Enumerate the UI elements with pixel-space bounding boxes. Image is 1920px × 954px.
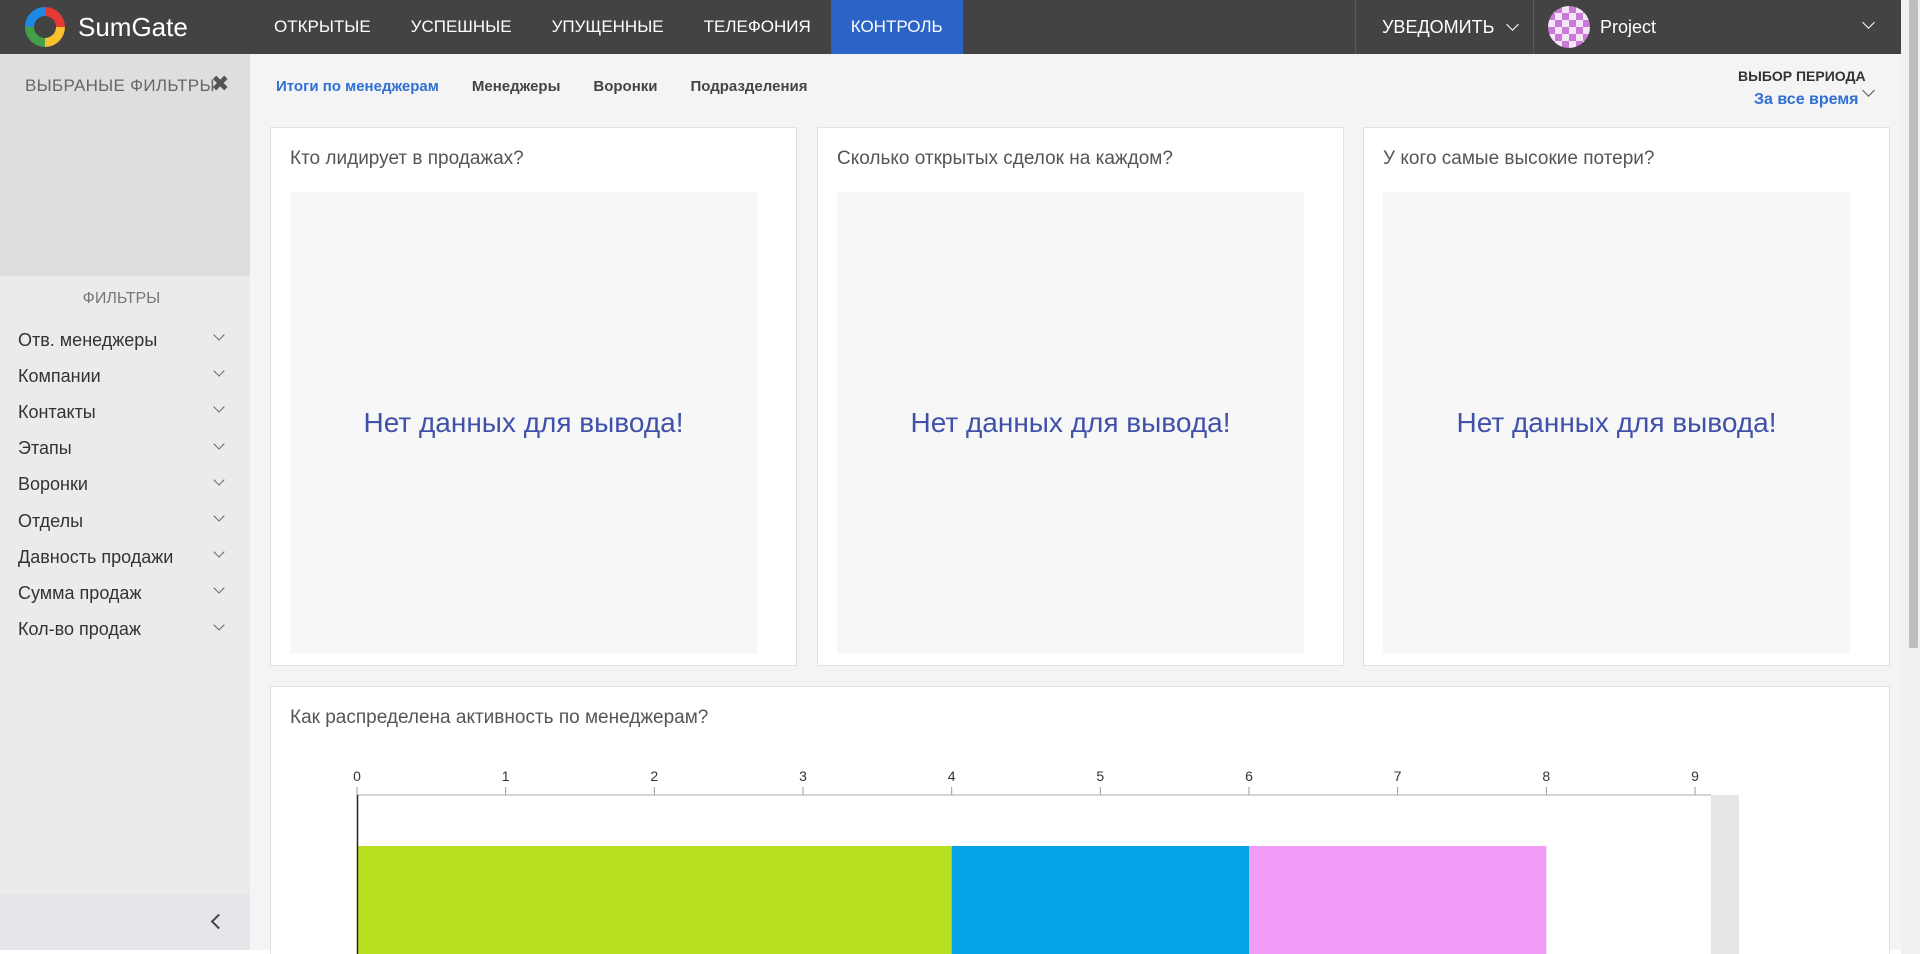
period-value[interactable]: За все время xyxy=(1754,91,1859,109)
filter-label: Давность продажи xyxy=(18,546,174,567)
notify-dropdown[interactable]: УВЕДОМИТЬ xyxy=(1355,0,1534,54)
chevron-down-icon xyxy=(213,546,225,558)
bar-segment[interactable] xyxy=(951,846,1249,954)
card-highest-losses: У кого самые высокие потери? Нет данных … xyxy=(1363,127,1890,666)
nav-control[interactable]: КОНТРОЛЬ xyxy=(830,0,963,54)
sumgate-logo-icon[interactable] xyxy=(25,7,65,47)
filter-list: Отв. менеджеры Компании Контакты Этапы В… xyxy=(0,322,250,648)
page-scrollbar[interactable] xyxy=(1901,0,1920,954)
chevron-down-icon xyxy=(213,365,225,377)
sidebar: ВЫБРАНЫЕ ФИЛЬТРЫ ✖ ФИЛЬТРЫ Отв. менеджер… xyxy=(0,54,250,950)
card-title: Сколько открытых сделок на каждом? xyxy=(837,148,1173,169)
chevron-down-icon xyxy=(1506,17,1520,31)
bar-segment[interactable] xyxy=(1249,846,1547,954)
selected-filters-title: ВЫБРАНЫЕ ФИЛЬТРЫ xyxy=(25,76,215,95)
top-bar: SumGate ОТКРЫТЫЕ УСПЕШНЫЕ УПУЩЕННЫЕ ТЕЛЕ… xyxy=(0,0,1920,54)
no-data-message: Нет данных для вывода! xyxy=(910,407,1231,438)
tab-managers[interactable]: Менеджеры xyxy=(472,78,561,95)
tab-funnels[interactable]: Воронки xyxy=(593,78,657,95)
project-dropdown[interactable]: Project xyxy=(1534,0,1901,54)
filter-departments[interactable]: Отделы xyxy=(0,503,250,539)
card-activity-distribution: Как распределена активность по менеджера… xyxy=(270,686,1890,954)
filter-label: Сумма продаж xyxy=(18,582,142,603)
collapse-sidebar-button[interactable] xyxy=(205,908,229,934)
report-tabs: Итоги по менеджерам Менеджеры Воронки По… xyxy=(276,78,840,95)
filter-sales-sum[interactable]: Сумма продаж xyxy=(0,575,250,611)
filter-label: Кол-во продаж xyxy=(18,619,141,640)
x-tick-label: 9 xyxy=(1691,768,1699,784)
period-selector[interactable]: ВЫБОР ПЕРИОДА За все время xyxy=(1738,68,1875,108)
filter-stages[interactable]: Этапы xyxy=(0,431,250,467)
nav-open[interactable]: ОТКРЫТЫЕ xyxy=(254,0,391,54)
chevron-down-icon xyxy=(213,437,225,450)
main-nav: ОТКРЫТЫЕ УСПЕШНЫЕ УПУЩЕННЫЕ ТЕЛЕФОНИЯ КО… xyxy=(254,0,963,54)
x-tick-label: 2 xyxy=(650,768,658,784)
x-tick-label: 3 xyxy=(799,768,807,784)
bar-segment[interactable] xyxy=(357,846,952,954)
filter-responsible-managers[interactable]: Отв. менеджеры xyxy=(0,322,250,358)
card-sales-leaders: Кто лидирует в продажах? Нет данных для … xyxy=(270,127,797,666)
tab-departments[interactable]: Подразделения xyxy=(691,78,808,95)
chevron-down-icon xyxy=(213,510,225,522)
x-tick-label: 4 xyxy=(948,768,956,784)
main-content: Итоги по менеджерам Менеджеры Воронки По… xyxy=(250,54,1901,954)
x-tick-label: 1 xyxy=(502,768,510,784)
empty-chart-area: Нет данных для вывода! xyxy=(290,192,757,654)
chevron-down-icon xyxy=(1862,16,1875,29)
filter-contacts[interactable]: Контакты xyxy=(0,394,250,430)
empty-chart-area: Нет данных для вывода! xyxy=(837,192,1304,654)
chevron-down-icon xyxy=(213,401,225,414)
sidebar-collapse-bar xyxy=(0,894,250,950)
filters-title: ФИЛЬТРЫ xyxy=(82,290,161,307)
chevron-down-icon xyxy=(213,618,225,631)
x-tick-label: 5 xyxy=(1096,768,1104,784)
filter-funnels[interactable]: Воронки xyxy=(0,467,250,503)
project-avatar xyxy=(1548,6,1590,48)
brand-name[interactable]: SumGate xyxy=(78,12,188,43)
chevron-down-icon xyxy=(1862,84,1875,97)
chart-scroll-track xyxy=(1711,795,1739,954)
filter-label: Отв. менеджеры xyxy=(18,329,158,350)
empty-chart-area: Нет данных для вывода! xyxy=(1383,192,1850,654)
filter-sales-count[interactable]: Кол-во продаж xyxy=(0,612,250,648)
filter-label: Этапы xyxy=(18,438,72,459)
chevron-down-icon xyxy=(213,582,225,594)
selected-filters-panel: ВЫБРАНЫЕ ФИЛЬТРЫ ✖ xyxy=(0,54,250,276)
nav-lost[interactable]: УПУЩЕННЫЕ xyxy=(532,0,684,54)
filter-companies[interactable]: Компании xyxy=(0,358,250,394)
project-label: Project xyxy=(1600,16,1657,37)
clear-filters-icon[interactable]: ✖ xyxy=(211,71,229,97)
x-tick-label: 8 xyxy=(1542,768,1550,784)
scrollbar-thumb[interactable] xyxy=(1909,0,1918,648)
filter-sale-age[interactable]: Давность продажи xyxy=(0,539,250,575)
no-data-message: Нет данных для вывода! xyxy=(1456,407,1777,438)
filter-label: Компании xyxy=(18,365,101,386)
period-title: ВЫБОР ПЕРИОДА xyxy=(1738,68,1866,84)
filter-label: Воронки xyxy=(18,474,88,495)
filter-label: Отделы xyxy=(18,510,84,531)
chevron-down-icon xyxy=(213,474,225,486)
x-tick-label: 0 xyxy=(353,768,361,784)
nav-telephony[interactable]: ТЕЛЕФОНИЯ xyxy=(684,0,831,54)
x-tick-label: 7 xyxy=(1394,768,1402,784)
filter-label: Контакты xyxy=(18,401,96,422)
x-tick-label: 6 xyxy=(1245,768,1253,784)
chevron-left-icon xyxy=(210,913,227,930)
card-title: Кто лидирует в продажах? xyxy=(290,148,524,169)
card-open-deals: Сколько открытых сделок на каждом? Нет д… xyxy=(817,127,1344,666)
activity-chart: 0 1 2 3 4 5 6 7 8 9 xyxy=(353,768,1739,954)
nav-successful[interactable]: УСПЕШНЫЕ xyxy=(391,0,532,54)
no-data-message: Нет данных для вывода! xyxy=(363,407,684,438)
chevron-down-icon xyxy=(213,329,225,341)
card-title: У кого самые высокие потери? xyxy=(1383,148,1655,169)
notify-label: УВЕДОМИТЬ xyxy=(1382,16,1495,37)
tab-manager-totals[interactable]: Итоги по менеджерам xyxy=(276,78,439,95)
